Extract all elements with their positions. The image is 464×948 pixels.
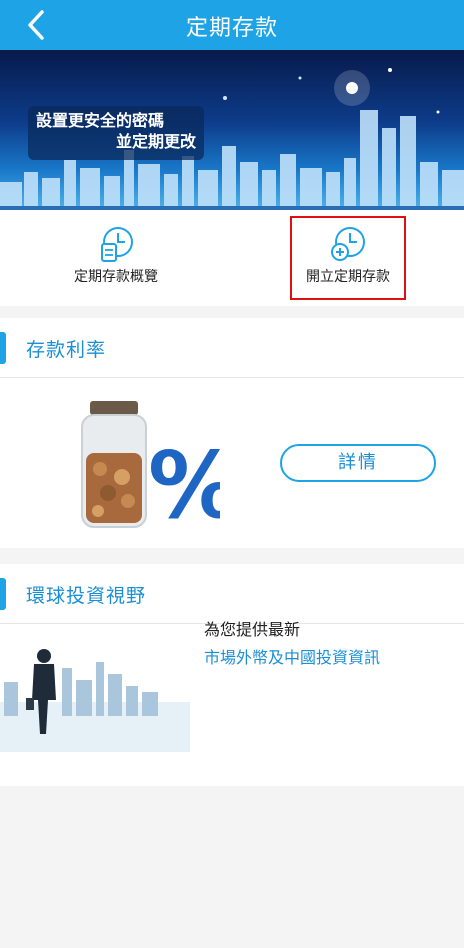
section-accent-bar [0, 578, 6, 610]
rates-detail-button[interactable]: 詳情 [280, 444, 436, 482]
businessman-city-image [0, 649, 190, 752]
banner-line-2: 並定期更改 [115, 132, 196, 151]
global-investment-line-1: 為您提供最新 [204, 620, 301, 639]
fixed-deposit-overview-label: 定期存款概覽 [74, 269, 158, 285]
global-investment-section: 環球投資視野 為您提供最新 市場外幣及中國投資資訊 [0, 564, 464, 786]
global-investment-header: 環球投資視野 [0, 564, 464, 624]
banner-caption: 設置更安全的密碼 並定期更改 [28, 106, 204, 160]
coin-jar-percent-image: % [81, 401, 220, 539]
fixed-deposit-overview-button[interactable]: 定期存款概覽 [60, 218, 172, 298]
top-app-bar: 定期存款 [0, 0, 464, 50]
clock-document-icon [101, 227, 133, 262]
global-investment-title: 環球投資視野 [26, 585, 147, 607]
deposit-rates-title: 存款利率 [26, 339, 107, 361]
banner-line-1: 設置更安全的密碼 [36, 111, 165, 130]
svg-text:%: % [148, 432, 220, 539]
clock-plus-icon [331, 227, 365, 261]
promo-banner[interactable]: 設置更安全的密碼 並定期更改 [0, 50, 464, 210]
deposit-rates-header: 存款利率 [0, 318, 464, 378]
global-investment-link[interactable]: 市場外幣及中國投資資訊 [204, 644, 380, 668]
deposit-rates-section: 存款利率 % 詳情 [0, 318, 464, 548]
section-accent-bar [0, 332, 6, 364]
quick-actions: 定期存款概覽 開立定期存款 [0, 210, 464, 306]
page-title: 定期存款 [185, 16, 278, 41]
open-fixed-deposit-label: 開立定期存款 [306, 269, 390, 285]
open-fixed-deposit-button[interactable]: 開立定期存款 [290, 216, 406, 300]
